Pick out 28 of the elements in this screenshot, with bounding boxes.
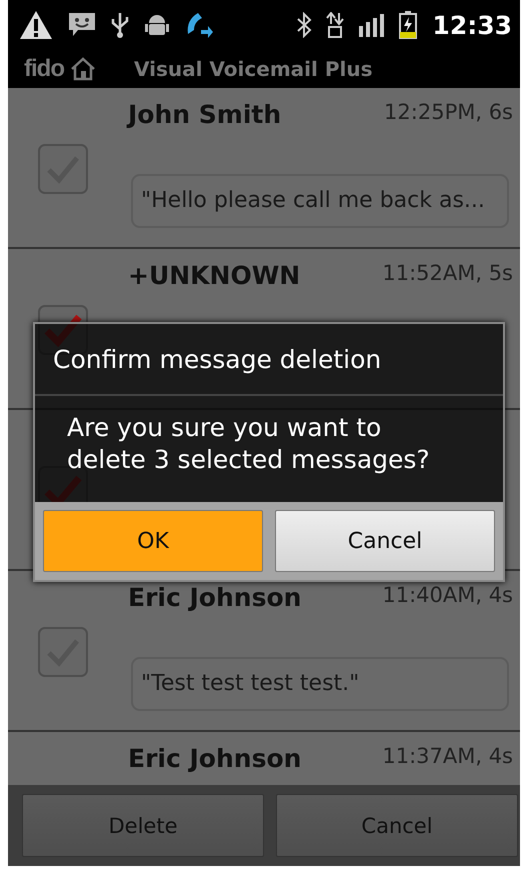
checkbox[interactable] [38, 144, 88, 194]
usb-icon [110, 11, 130, 39]
ok-button[interactable]: OK [43, 510, 263, 572]
caller-name: Eric Johnson [128, 583, 302, 612]
home-icon [70, 57, 96, 81]
warning-icon [18, 9, 54, 41]
clock: 12:33 [432, 10, 512, 40]
battery-charging-icon [398, 11, 418, 39]
call-time: 11:40AM, 4s [382, 583, 513, 607]
transcript-bubble: "Hello please call me back as... [131, 174, 509, 228]
call-time: 12:25PM, 6s [384, 100, 513, 124]
caller-name: Eric Johnson [128, 744, 302, 773]
transcript-bubble: "Test test test test." [131, 656, 509, 710]
caller-name: John Smith [128, 100, 282, 129]
message-icon [68, 12, 96, 38]
dialog-title: Confirm message deletion [35, 324, 503, 396]
bluetooth-icon [296, 12, 312, 38]
data-arrows-icon [326, 12, 344, 38]
logo: fido [24, 55, 64, 83]
signal-icon [358, 12, 384, 38]
app-title: Visual Voicemail Plus [134, 57, 372, 81]
cancel-button[interactable]: Cancel [275, 510, 495, 572]
call-time: 11:37AM, 4s [382, 744, 513, 768]
checkbox[interactable] [38, 626, 88, 676]
dialog-message: Are you sure you want to delete 3 selected messages? [66, 412, 431, 476]
android-icon [144, 12, 170, 38]
caller-name: +UNKNOWN [128, 261, 300, 290]
call-time: 11:52AM, 5s [382, 261, 513, 285]
